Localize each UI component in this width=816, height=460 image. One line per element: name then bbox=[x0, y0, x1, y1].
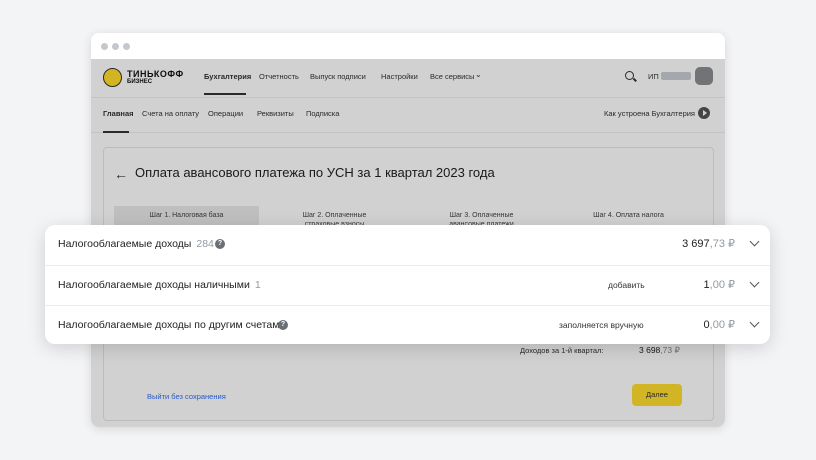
income-row-label: Налогооблагаемые доходы 284 bbox=[58, 238, 214, 250]
income-row-count: 1 bbox=[254, 279, 261, 291]
totals-kop: ,73 ₽ bbox=[660, 345, 680, 355]
subnav-active-indicator bbox=[103, 131, 129, 133]
amount-rub: 3 697 bbox=[682, 238, 710, 250]
back-arrow-icon[interactable]: ← bbox=[114, 166, 128, 182]
window-close-dot[interactable] bbox=[101, 43, 108, 50]
logo-emblem-icon bbox=[103, 68, 122, 87]
step-2-label-1: Шаг 2. Оплаченные bbox=[302, 212, 367, 219]
income-row-title: Налогооблагаемые доходы bbox=[58, 238, 192, 250]
income-row-count: 284 bbox=[196, 238, 214, 250]
subnav-invoices[interactable]: Счета на оплату bbox=[142, 109, 199, 118]
income-breakdown-popup: Налогооблагаемые доходы 284 ? 3 697,73 ₽ … bbox=[45, 225, 770, 344]
step-1-label: Шаг 1. Налоговая база bbox=[149, 212, 224, 219]
income-row-amount: 3 697,73 ₽ bbox=[682, 237, 735, 250]
page-title: Оплата авансового платежа по УСН за 1 кв… bbox=[135, 165, 495, 180]
logo-subtitle: БИЗНЕС bbox=[127, 79, 153, 85]
income-row-other-accounts[interactable]: Налогооблагаемые доходы по другим счетам… bbox=[45, 305, 770, 346]
window-titlebar bbox=[91, 33, 725, 59]
step-3-label-1: Шаг 3. Оплаченные bbox=[449, 212, 514, 219]
subnav-requisites[interactable]: Реквизиты bbox=[257, 109, 294, 118]
chevron-down-icon[interactable] bbox=[749, 317, 760, 328]
how-it-works-link[interactable]: Как устроена Бухгалтерия bbox=[604, 109, 695, 118]
avatar[interactable] bbox=[695, 67, 713, 85]
nav-accounting[interactable]: Бухгалтерия bbox=[204, 72, 251, 81]
nav-signature[interactable]: Выпуск подписи bbox=[310, 72, 366, 81]
subnav-subscription[interactable]: Подписка bbox=[306, 109, 339, 118]
sub-navigation: Главная Счета на оплату Операции Реквизи… bbox=[91, 97, 725, 133]
nav-settings[interactable]: Настройки bbox=[381, 72, 418, 81]
subnav-main[interactable]: Главная bbox=[103, 109, 134, 118]
chevron-down-icon[interactable] bbox=[749, 277, 760, 288]
user-prefix: ИП bbox=[648, 72, 659, 81]
income-row-amount: 0,00 ₽ bbox=[704, 318, 735, 331]
logo-title: ТИНЬКОФФ bbox=[127, 69, 184, 79]
manual-entry-label: заполняется вручную bbox=[559, 320, 644, 330]
play-icon[interactable] bbox=[698, 107, 710, 119]
window-maximize-dot[interactable] bbox=[123, 43, 130, 50]
brand-logo[interactable]: ТИНЬКОФФ БИЗНЕС bbox=[103, 68, 193, 90]
step-4-label: Шаг 4. Оплата налога bbox=[593, 212, 664, 219]
amount-kop: ,00 ₽ bbox=[709, 279, 735, 291]
income-row-cash[interactable]: Налогооблагаемые доходы наличными 1 добав… bbox=[45, 265, 770, 306]
income-row-title: Налогооблагаемые доходы по другим счетам bbox=[58, 319, 280, 331]
add-cash-income-link[interactable]: добавить bbox=[608, 280, 645, 290]
chevron-down-icon[interactable] bbox=[749, 236, 760, 247]
nav-reporting[interactable]: Отчетность bbox=[259, 72, 299, 81]
nav-active-indicator bbox=[204, 93, 246, 95]
income-row-label: Налогооблагаемые доходы наличными 1 bbox=[58, 279, 261, 291]
help-icon[interactable]: ? bbox=[215, 239, 225, 249]
user-name-blurred bbox=[661, 72, 691, 80]
top-navigation: ТИНЬКОФФ БИЗНЕС Бухгалтерия Отчетность В… bbox=[91, 59, 725, 95]
income-row-label: Налогооблагаемые доходы по другим счетам bbox=[58, 319, 280, 331]
next-button[interactable]: Далее bbox=[632, 384, 682, 406]
exit-without-saving-link[interactable]: Выйти без сохранения bbox=[147, 392, 226, 401]
amount-kop: ,73 ₽ bbox=[709, 238, 735, 250]
income-row-title: Налогооблагаемые доходы наличными bbox=[58, 279, 250, 291]
window-minimize-dot[interactable] bbox=[112, 43, 119, 50]
totals-rub: 3 698 bbox=[639, 345, 661, 355]
help-icon[interactable]: ? bbox=[278, 320, 288, 330]
nav-all-services[interactable]: Все сервисы bbox=[430, 72, 474, 81]
totals-label: Доходов за 1-й квартал: bbox=[520, 346, 604, 355]
search-icon[interactable] bbox=[625, 71, 634, 80]
totals-value: 3 698,73 ₽ bbox=[639, 345, 680, 356]
income-row-taxable[interactable]: Налогооблагаемые доходы 284 ? 3 697,73 ₽ bbox=[45, 225, 770, 265]
subnav-operations[interactable]: Операции bbox=[208, 109, 243, 118]
income-row-amount: 1,00 ₽ bbox=[704, 278, 735, 291]
chevron-down-icon[interactable]: ⌄ bbox=[475, 70, 482, 79]
amount-kop: ,00 ₽ bbox=[709, 319, 735, 331]
